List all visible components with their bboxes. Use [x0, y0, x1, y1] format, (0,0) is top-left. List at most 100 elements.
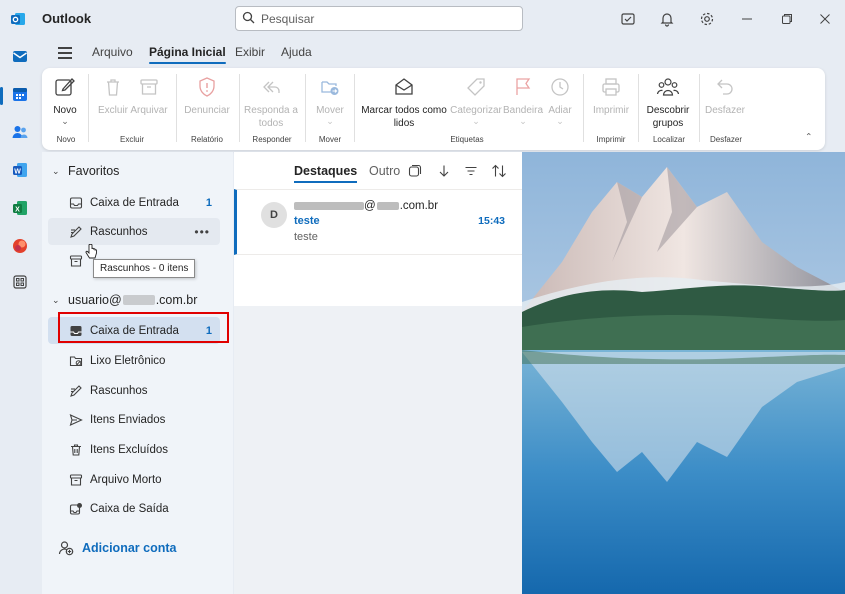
folder-junk[interactable]: Lixo Eletrônico: [48, 347, 220, 374]
reply-all-label-1: Responda a: [244, 105, 298, 116]
folder-deleted[interactable]: Itens Excluídos: [48, 436, 220, 463]
jump-to-icon[interactable]: [436, 163, 452, 179]
message-list: Destaques Outro D @ .com.br teste 15:43 t…: [234, 152, 522, 594]
reply-all-icon: [258, 74, 284, 100]
mail-icon[interactable]: [8, 44, 32, 68]
message-item[interactable]: D @ .com.br teste 15:43 teste: [234, 189, 522, 255]
group-label-imprimir: Imprimir: [596, 135, 626, 144]
favorite-item-inbox[interactable]: Caixa de Entrada 1: [48, 189, 220, 216]
tag-icon: [463, 74, 489, 100]
tab-focused[interactable]: Destaques: [294, 164, 358, 183]
ribbon-tabs: Arquivo Página Inicial Exibir Ajuda: [42, 38, 827, 68]
close-icon[interactable]: [816, 10, 834, 28]
tab-other[interactable]: Outro: [369, 164, 400, 178]
discover-groups-button[interactable]: Descobrir grupos: [643, 74, 693, 130]
delete-button[interactable]: Excluir: [96, 74, 130, 117]
message-sender: @ .com.br: [294, 200, 438, 212]
tab-ajuda[interactable]: Ajuda: [281, 45, 312, 59]
people-icon[interactable]: [8, 120, 32, 144]
folder-label: Rascunhos: [90, 384, 148, 397]
chevron-down-icon: ⌄: [52, 165, 60, 176]
gear-icon[interactable]: [698, 10, 716, 28]
folder-label: Itens Excluídos: [90, 443, 168, 456]
flag-button[interactable]: Bandeira ⌄: [503, 74, 543, 126]
new-button[interactable]: Novo ⌄: [50, 74, 80, 126]
collapse-ribbon-icon[interactable]: ⌄: [805, 131, 813, 141]
calendar-icon[interactable]: [8, 82, 32, 106]
mountain-lake-image: [522, 152, 845, 594]
flag-icon: [510, 74, 536, 100]
minimize-icon[interactable]: [738, 10, 756, 28]
folder-archive[interactable]: Arquivo Morto: [48, 466, 220, 493]
group-label-excluir: Excluir: [119, 135, 144, 144]
more-options-icon[interactable]: •••: [194, 225, 210, 239]
drafts-icon: [68, 383, 84, 399]
groups-icon: [655, 74, 681, 100]
add-person-icon: [58, 540, 74, 556]
favorites-header[interactable]: ⌄ Favoritos: [52, 164, 119, 178]
folder-label: Itens Enviados: [90, 413, 166, 426]
discover-groups-label-1: Descobrir: [646, 105, 690, 116]
tab-exibir[interactable]: Exibir: [235, 45, 265, 59]
restore-icon[interactable]: [778, 10, 796, 28]
mark-all-read-label-2: lidos: [393, 118, 415, 129]
folder-sent[interactable]: Itens Enviados: [48, 406, 220, 433]
group-label-localizar: Localizar: [652, 135, 685, 144]
favorite-item-drafts[interactable]: Rascunhos •••: [48, 218, 220, 245]
add-account-label: Adicionar conta: [82, 541, 177, 555]
favorite-item-label: Caixa de Entrada: [90, 196, 179, 209]
folder-outbox[interactable]: Caixa de Saída: [48, 495, 220, 522]
office-icon[interactable]: [8, 234, 32, 258]
add-account-link[interactable]: Adicionar conta: [58, 540, 176, 556]
snooze-button[interactable]: Adiar ⌄: [545, 74, 575, 126]
group-label-desfazer: Desfazer: [709, 135, 742, 144]
move-button[interactable]: Mover ⌄: [313, 74, 347, 126]
send-icon: [68, 412, 84, 428]
new-dropdown-icon[interactable]: ⌄: [61, 117, 69, 126]
bell-icon[interactable]: [658, 10, 676, 28]
reply-all-button[interactable]: Responda a todos: [243, 74, 299, 130]
archive-button[interactable]: Arquivar: [129, 74, 169, 117]
account-header-suffix: .com.br: [155, 293, 198, 307]
search-input[interactable]: [261, 11, 501, 26]
mark-all-read-button[interactable]: Marcar todos como lidos: [360, 74, 448, 130]
sort-icon[interactable]: [491, 163, 507, 179]
inbox-icon: [68, 195, 84, 211]
app-rail: W X: [0, 38, 40, 594]
sender-at: @: [364, 200, 376, 212]
print-button[interactable]: Imprimir: [591, 74, 631, 117]
mark-all-read-label-1: Marcar todos como: [361, 105, 447, 116]
filter-icon[interactable]: [463, 163, 479, 179]
hamburger-menu-icon[interactable]: [58, 47, 72, 59]
message-list-empty-area: [234, 306, 522, 594]
tab-pagina-inicial[interactable]: Página Inicial: [149, 45, 226, 64]
word-icon[interactable]: W: [8, 158, 32, 182]
tab-arquivo[interactable]: Arquivo: [92, 45, 133, 59]
mail-read-icon: [391, 74, 417, 100]
categorize-dropdown-icon[interactable]: ⌄: [472, 117, 480, 126]
categorize-button[interactable]: Categorizar ⌄: [450, 74, 502, 126]
account-header[interactable]: ⌄ usuario@ .com.br: [52, 293, 197, 307]
report-button[interactable]: Denunciar: [182, 74, 232, 117]
message-time: 15:43: [478, 215, 505, 227]
flag-dropdown-icon[interactable]: ⌄: [519, 117, 527, 126]
search-box[interactable]: [235, 6, 523, 31]
select-icon[interactable]: [407, 163, 423, 179]
favorite-item-label: Rascunhos: [90, 225, 148, 238]
folder-drafts[interactable]: Rascunhos: [48, 377, 220, 404]
search-icon: [242, 11, 255, 27]
message-subject: teste: [294, 215, 320, 227]
snooze-dropdown-icon[interactable]: ⌄: [556, 117, 564, 126]
excel-icon[interactable]: X: [8, 196, 32, 220]
apps-icon[interactable]: [8, 270, 32, 294]
highlight-box: [58, 312, 229, 343]
my-day-icon[interactable]: [619, 10, 637, 28]
compose-icon: [52, 74, 78, 100]
undo-button[interactable]: Desfazer: [705, 74, 745, 117]
undo-label: Desfazer: [705, 105, 746, 116]
undo-icon: [712, 74, 738, 100]
redacted-domain: [376, 201, 399, 210]
drafts-icon: [68, 224, 84, 240]
archive-icon: [68, 472, 84, 488]
move-dropdown-icon[interactable]: ⌄: [326, 117, 334, 126]
